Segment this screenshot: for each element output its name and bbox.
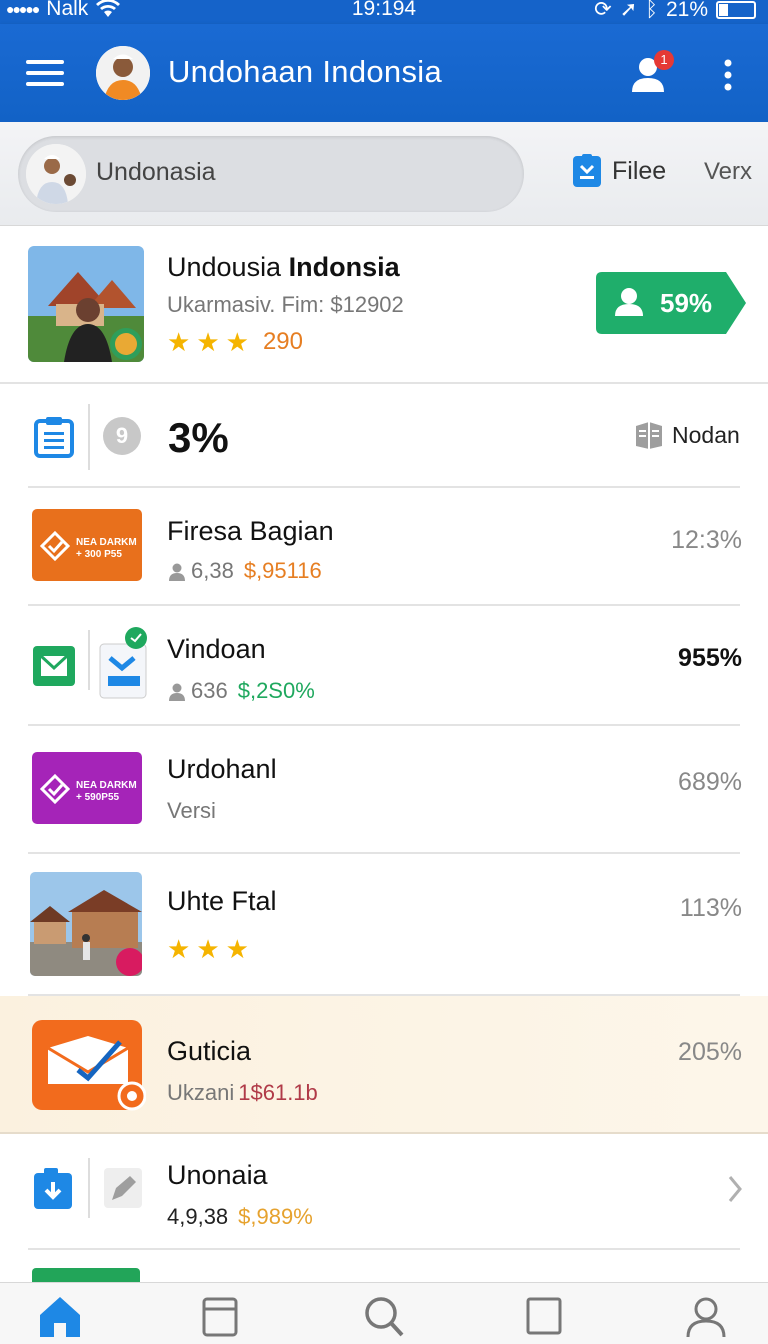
search-strip: Undonasia Filee Verx xyxy=(0,122,768,226)
item-percent: 113% xyxy=(679,894,742,922)
verx-link[interactable]: Verx xyxy=(704,158,752,186)
location-icon: ➚ xyxy=(619,0,638,21)
profile-icon[interactable] xyxy=(682,1293,730,1339)
item-subtitle: 6,38 $,95116 xyxy=(167,558,322,584)
star-icon: ★ xyxy=(225,327,249,357)
app-bar: Undohaan Indonsia 1 xyxy=(0,24,768,122)
app-title: Undohaan Indonsia xyxy=(168,54,442,89)
file-label: Filee xyxy=(612,156,667,185)
list-item[interactable]: Unonaia 4,9,38 $,989% xyxy=(0,1134,768,1250)
book-icon xyxy=(636,422,662,449)
item-percent: 689% xyxy=(678,768,742,796)
avatar[interactable] xyxy=(96,46,150,100)
item-title: Urdohanl xyxy=(167,754,277,784)
summary-percent: 3% xyxy=(168,414,229,461)
app-card-icon xyxy=(99,627,147,699)
summary-row: 9 3% Nodan xyxy=(0,384,768,488)
item-thumbnail xyxy=(32,1268,140,1282)
item-subtitle: 636 $,2S0% xyxy=(167,678,315,704)
list-item[interactable]: NEA DARKM + 590P55 Urdohanl Versi 689% xyxy=(0,726,768,854)
bottom-nav xyxy=(0,1282,768,1344)
search-input[interactable]: Undonasia xyxy=(18,136,524,212)
nodan-label: Nodan xyxy=(672,421,740,448)
star-icon: ★ xyxy=(225,934,249,964)
count-badge: 9 xyxy=(103,417,141,455)
status-bar: ●●●●● Nalk 19:194 ⟳ ➚ ᛒ 21% xyxy=(0,0,768,24)
divider xyxy=(88,1158,90,1218)
item-title: Guticia xyxy=(167,1036,252,1066)
item-title: Firesa Bagian xyxy=(167,516,334,546)
file-button[interactable]: Filee xyxy=(572,154,666,188)
star-icon: ★ xyxy=(167,327,191,357)
user-small-icon xyxy=(169,563,185,581)
star-icon: ★ xyxy=(196,934,220,964)
star-icon: ★ xyxy=(196,327,220,357)
item-thumbnail xyxy=(30,872,142,976)
sync-icon: ⟳ xyxy=(594,0,612,21)
item-thumbnail: NEA DARKM + 590P55 xyxy=(32,752,142,824)
list-item[interactable] xyxy=(0,1250,768,1282)
notification-badge: 1 xyxy=(654,50,674,70)
featured-card[interactable]: Undousia Indonsia Ukarmasiv. Fim: $12902… xyxy=(0,228,768,384)
mail-icon[interactable] xyxy=(33,646,75,686)
divider xyxy=(88,404,90,470)
list-item[interactable]: NEA DARKM + 300 P55 Firesa Bagian 6,38 $,… xyxy=(0,488,768,606)
nodan-button[interactable]: Nodan xyxy=(634,420,740,450)
list-item[interactable]: Uhte Ftal ★ ★ ★ 113% xyxy=(0,854,768,996)
menu-icon[interactable] xyxy=(26,60,64,86)
featured-percent: 59% xyxy=(660,288,713,318)
item-title: Uhte Ftal xyxy=(167,886,277,916)
battery-label: 21% xyxy=(665,0,708,21)
star-icon: ★ xyxy=(167,934,191,964)
item-subtitle: Versi xyxy=(167,798,216,823)
list-item[interactable]: Guticia Ukzani 1$61.1b 205% xyxy=(0,996,768,1134)
search-icon[interactable] xyxy=(360,1293,408,1339)
item-thumbnail: NEA DARKM + 300 P55 xyxy=(32,509,142,581)
item-percent: 955% xyxy=(678,644,742,672)
home-icon[interactable] xyxy=(36,1293,84,1339)
item-rating: ★ ★ ★ xyxy=(167,936,249,962)
bluetooth-icon: ᛒ xyxy=(645,0,658,21)
file-icon xyxy=(573,154,601,187)
user-small-icon xyxy=(169,683,185,701)
search-text: Undonasia xyxy=(96,158,216,186)
tabs-icon[interactable] xyxy=(196,1293,244,1339)
item-percent: 12:3% xyxy=(671,526,742,554)
square-icon[interactable] xyxy=(520,1293,568,1339)
chevron-right-icon[interactable] xyxy=(726,1174,744,1204)
list-item[interactable]: Vindoan 636 $,2S0% 955% xyxy=(0,606,768,726)
battery-icon xyxy=(716,0,756,19)
item-title: Unonaia xyxy=(167,1160,268,1190)
search-avatar xyxy=(26,144,86,204)
featured-thumbnail xyxy=(28,246,144,362)
rating-count: 290 xyxy=(262,328,303,355)
item-subtitle: 4,9,38 $,989% xyxy=(167,1204,313,1229)
featured-rating: ★ ★ ★ 290 xyxy=(167,328,303,356)
clipboard-icon[interactable] xyxy=(34,416,74,458)
pen-icon xyxy=(104,1168,142,1208)
featured-percent-tag[interactable]: 59% xyxy=(596,272,746,334)
item-subtitle: Ukzani 1$61.1b xyxy=(167,1080,318,1105)
item-percent: 205% xyxy=(678,1038,742,1066)
divider xyxy=(88,630,90,690)
download-icon[interactable] xyxy=(33,1168,73,1210)
email-app-icon xyxy=(32,1020,146,1111)
item-title: Vindoan xyxy=(167,634,266,664)
more-vertical-icon[interactable] xyxy=(716,58,740,92)
featured-title: Undousia Indonsia xyxy=(167,252,400,282)
featured-subtitle: Ukarmasiv. Fim: $12902 xyxy=(167,292,404,317)
